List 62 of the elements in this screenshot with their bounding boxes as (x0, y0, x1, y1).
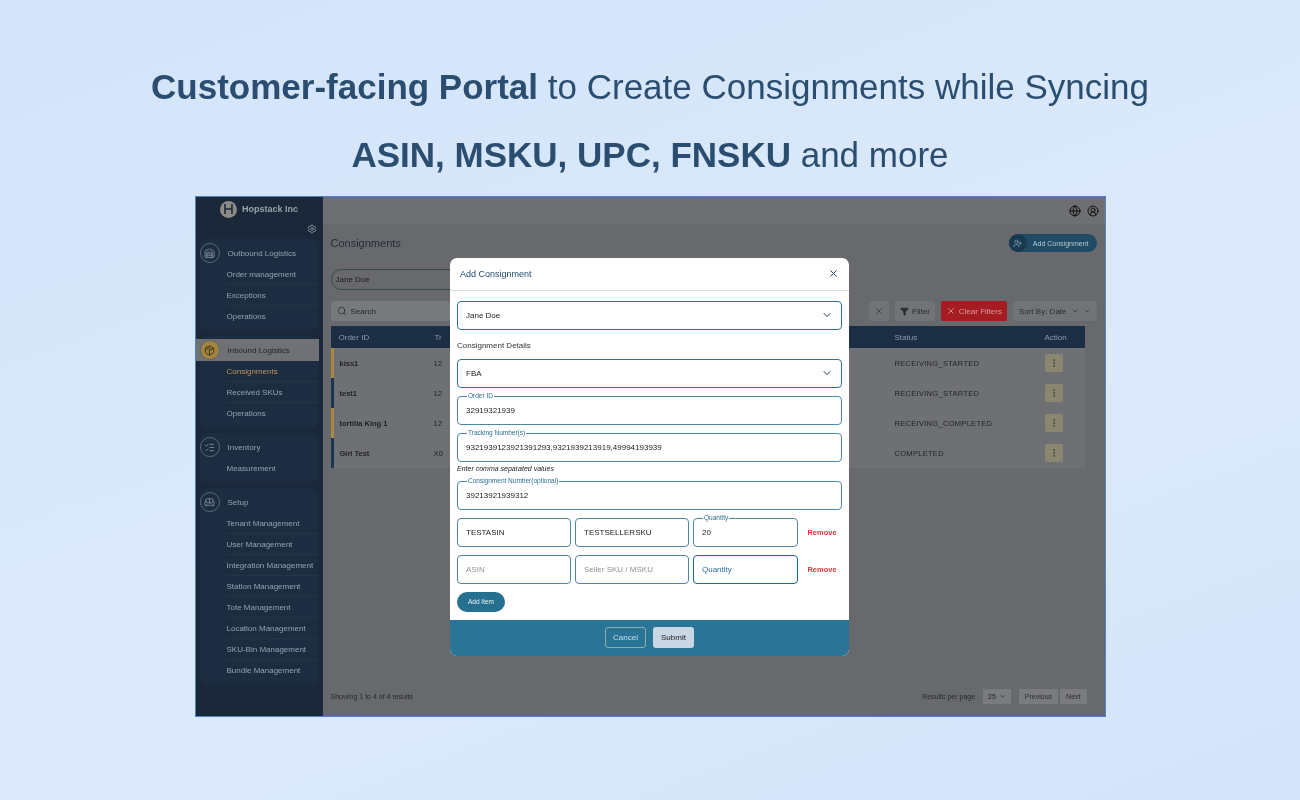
submit-button[interactable]: Submit (653, 627, 694, 648)
select-field[interactable]: FBA (457, 358, 842, 388)
input-field[interactable]: TESTSELLERSKU (575, 517, 689, 547)
row-action-button[interactable] (1044, 444, 1063, 462)
input-field[interactable]: Quantity (693, 554, 798, 584)
nav-item[interactable]: Bundle Management (226, 660, 319, 681)
column-header: Status (894, 332, 919, 342)
box-icon (204, 344, 215, 356)
close-icon (828, 268, 839, 279)
warehouse-icon (204, 247, 215, 259)
nav-item[interactable]: Received SKUs (226, 382, 319, 403)
nav-item[interactable]: User Management (226, 534, 319, 555)
search-field[interactable]: Search (330, 301, 451, 321)
nav-item[interactable]: Integration Management (226, 555, 319, 576)
page-title: Consignments (330, 237, 401, 249)
sofa-icon (204, 496, 215, 508)
chevron-icon (998, 693, 1006, 700)
select-field[interactable]: Jane Doe (457, 300, 842, 330)
filter-button[interactable]: Filter (895, 301, 935, 321)
nav-item[interactable]: Tenant Management (226, 513, 319, 534)
close-icon (874, 306, 884, 316)
column-header: Action (1044, 332, 1068, 342)
close-icon (945, 306, 956, 316)
logo-icon (220, 200, 237, 218)
nav-item[interactable]: Station Management (226, 576, 319, 597)
nav-item[interactable]: Operations (226, 403, 319, 424)
filter-icon (900, 306, 909, 316)
row-action-button[interactable] (1044, 414, 1063, 432)
nav-section-header[interactable]: Outbound Logistics (195, 242, 319, 264)
globe-icon[interactable] (1068, 204, 1081, 217)
user-icon[interactable] (1086, 204, 1099, 217)
nav-item[interactable]: Location Management (226, 618, 319, 639)
cancel-button[interactable]: Cancel (605, 627, 646, 648)
close-button[interactable] (828, 268, 839, 279)
nav-item[interactable]: Consignments (226, 361, 319, 382)
input-field[interactable]: Seller SKU / MSKU (575, 554, 689, 584)
row-action-button[interactable] (1044, 354, 1063, 372)
checklist-icon (204, 441, 215, 453)
headline: Customer-facing Portal to Create Consignments while Syncing (151, 66, 1149, 108)
nav-item[interactable]: Order management (226, 264, 319, 285)
user-plus-icon (1013, 238, 1023, 248)
sort-select[interactable]: Sort By: Date (1012, 301, 1097, 321)
settings-icon[interactable] (306, 224, 317, 234)
section-label: Consignment Details (457, 340, 532, 350)
search-icon (336, 306, 347, 316)
nav-item[interactable]: Tote Management (226, 597, 319, 618)
nav-item[interactable]: Exceptions (226, 285, 319, 306)
column-header: Tr (434, 332, 443, 342)
row-action-button[interactable] (1044, 384, 1063, 402)
headline: ASIN, MSKU, UPC, FNSKU and more (351, 134, 949, 176)
nav-section-header[interactable]: Inventory (195, 436, 319, 458)
nav-section-header[interactable]: Setup (195, 491, 319, 513)
clear-filters-button[interactable]: Clear Filters (940, 301, 1007, 321)
brand-name: Hopstack Inc (242, 204, 298, 214)
input-field[interactable]: TESTASIN (457, 517, 571, 547)
column-header: Order ID (338, 332, 371, 342)
nav-section-header[interactable]: Inbound Logistics (195, 339, 319, 361)
nav-item[interactable]: Operations (226, 306, 319, 327)
nav-item[interactable]: SKU-Bin Management (226, 639, 319, 660)
clear-search-button[interactable] (869, 301, 889, 321)
input-field[interactable]: ASIN (457, 554, 571, 584)
nav-item[interactable]: Measurement (226, 458, 319, 479)
